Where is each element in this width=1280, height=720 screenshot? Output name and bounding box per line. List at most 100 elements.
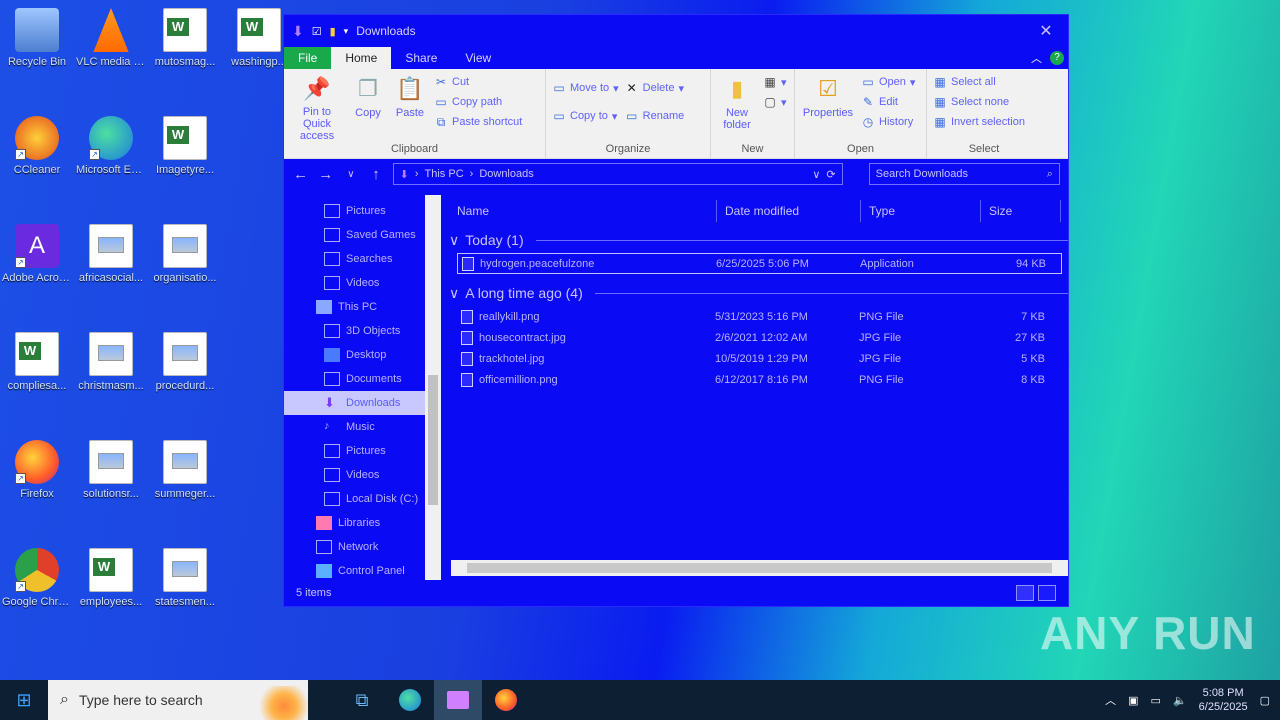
desktop-icon-firefox[interactable]: ↗ Firefox: [2, 440, 72, 501]
column-name[interactable]: Name: [449, 200, 717, 222]
desktop-icon-image[interactable]: procedurd...: [150, 332, 220, 393]
notifications-icon[interactable]: ▢: [1260, 694, 1270, 707]
back-arrow-icon[interactable]: ←: [292, 166, 309, 183]
cut-button[interactable]: ✂ Cut: [434, 75, 522, 89]
help-icon[interactable]: ?: [1050, 51, 1064, 65]
new-folder-quick-icon[interactable]: ▮: [330, 25, 336, 38]
search-downloads-input[interactable]: Search Downloads ⌕: [868, 163, 1060, 185]
desktop-icon-doc[interactable]: W employees...: [76, 548, 146, 609]
open-button[interactable]: ▭ Open ▾: [861, 75, 915, 89]
refresh-icon[interactable]: ⟳: [826, 168, 835, 181]
nav-item-3d-objects[interactable]: 3D Objects: [284, 319, 441, 343]
paste-shortcut-button[interactable]: ⧉ Paste shortcut: [434, 115, 523, 129]
properties-button[interactable]: ☑ Properties: [801, 73, 855, 142]
new-item-button[interactable]: ▦ ▾: [763, 75, 786, 89]
details-view-icon[interactable]: [1016, 585, 1034, 601]
paste-button[interactable]: 📋 Paste: [392, 73, 428, 142]
new-folder-button[interactable]: ▮ New folder: [717, 73, 757, 142]
easy-access-button[interactable]: ▢ ▾: [763, 95, 786, 109]
nav-item-pictures[interactable]: Pictures: [284, 199, 441, 223]
file-row[interactable]: officemillion.png 6/12/2017 8:16 PM PNG …: [457, 369, 1068, 390]
properties-quick-icon[interactable]: ☑: [312, 25, 322, 38]
forward-arrow-icon[interactable]: →: [317, 166, 334, 183]
show-hidden-icons-chevron-icon[interactable]: ︿: [1105, 692, 1116, 708]
select-none-button[interactable]: ▦ Select none: [933, 95, 1025, 109]
nav-item-this-pc[interactable]: This PC: [284, 295, 441, 319]
desktop-icon-image[interactable]: summeger...: [150, 440, 220, 501]
nav-scrollbar[interactable]: [425, 195, 441, 580]
desktop-icon-image[interactable]: organisatio...: [150, 224, 220, 285]
taskbar-edge-icon[interactable]: [386, 680, 434, 720]
tab-home[interactable]: Home: [331, 47, 392, 69]
taskbar-search-box[interactable]: ⌕ Type here to search: [48, 680, 308, 720]
nav-item-downloads[interactable]: ⬇ Downloads: [284, 391, 441, 415]
nav-item-control-panel[interactable]: Control Panel: [284, 559, 441, 580]
delete-button[interactable]: ✕ Delete ▾: [625, 81, 685, 95]
clock[interactable]: 5:08 PM 6/25/2025: [1199, 686, 1248, 714]
windows-start-icon[interactable]: ⊞: [0, 680, 48, 720]
history-button[interactable]: ◷ History: [861, 115, 915, 129]
file-row[interactable]: trackhotel.jpg 10/5/2019 1:29 PM JPG Fil…: [457, 348, 1068, 369]
nav-item-libraries[interactable]: Libraries: [284, 511, 441, 535]
horizontal-scrollbar-thumb[interactable]: [467, 563, 1052, 573]
taskbar-file-explorer-icon[interactable]: [434, 680, 482, 720]
desktop-icon-image[interactable]: solutionsr...: [76, 440, 146, 501]
group-header-long-time-ago[interactable]: ∨ A long time ago (4): [449, 280, 1068, 306]
nav-item-local-disk[interactable]: Local Disk (C:): [284, 487, 441, 511]
desktop-icon-doc[interactable]: W Imagetyre...: [150, 116, 220, 177]
rename-button[interactable]: ▭ Rename: [625, 109, 684, 123]
copy-button[interactable]: ❐ Copy: [350, 73, 386, 142]
file-row[interactable]: hydrogen.peacefulzone 6/25/2025 5:06 PM …: [457, 253, 1062, 274]
column-date-modified[interactable]: Date modified: [717, 200, 861, 222]
desktop-icon-doc[interactable]: W mutosmag...: [150, 8, 220, 69]
volume-icon[interactable]: 🔈: [1173, 694, 1187, 707]
nav-item-searches[interactable]: Searches: [284, 247, 441, 271]
tab-view[interactable]: View: [451, 47, 505, 69]
tab-share[interactable]: Share: [391, 47, 451, 69]
breadcrumb-downloads[interactable]: Downloads: [479, 168, 533, 180]
copy-to-button[interactable]: ▭ Copy to ▾: [552, 109, 619, 123]
quick-access-dropdown-icon[interactable]: ▾: [344, 26, 349, 37]
file-row[interactable]: reallykill.png 5/31/2023 5:16 PM PNG Fil…: [457, 306, 1068, 327]
tab-file[interactable]: File: [284, 47, 332, 69]
pin-quick-access-button[interactable]: 📌 Pin to Quick access: [290, 73, 344, 142]
up-arrow-icon[interactable]: ↑: [367, 166, 384, 183]
address-dropdown-icon[interactable]: ∨: [812, 168, 820, 181]
desktop-icon-vlc[interactable]: VLC media player: [76, 8, 146, 69]
nav-item-documents[interactable]: Documents: [284, 367, 441, 391]
recent-locations-chevron-icon[interactable]: ∨: [342, 169, 359, 180]
desktop-icon-ccleaner[interactable]: ↗ CCleaner: [2, 116, 72, 177]
collapse-ribbon-icon[interactable]: ︿: [1031, 50, 1042, 66]
address-bar[interactable]: ⬇ › This PC › Downloads ∨ ⟳: [392, 163, 843, 185]
copy-path-button[interactable]: ▭ Copy path: [434, 95, 522, 109]
close-icon[interactable]: ✕: [1032, 21, 1060, 41]
breadcrumb-this-pc[interactable]: This PC: [425, 168, 464, 180]
desktop-icon-image[interactable]: africasocial...: [76, 224, 146, 285]
invert-selection-button[interactable]: ▦ Invert selection: [933, 115, 1025, 129]
title-bar[interactable]: ⬇ ☑ ▮ ▾ Downloads ✕: [284, 15, 1068, 47]
desktop-icon-acrobat[interactable]: A ↗ Adobe Acrobat: [2, 224, 72, 285]
nav-item-music[interactable]: ♪ Music: [284, 415, 441, 439]
file-row[interactable]: housecontract.jpg 2/6/2021 12:02 AM JPG …: [457, 327, 1068, 348]
nav-item-videos-2[interactable]: Videos: [284, 463, 441, 487]
desktop-icon-image[interactable]: christmasm...: [76, 332, 146, 393]
desktop-icon-image[interactable]: statesmen...: [150, 548, 220, 609]
display-tray-icon[interactable]: ▭: [1151, 694, 1161, 707]
group-header-today[interactable]: ∨ Today (1): [449, 227, 1068, 253]
nav-item-network[interactable]: Network: [284, 535, 441, 559]
taskbar-firefox-icon[interactable]: [482, 680, 530, 720]
task-view-icon[interactable]: ⧉: [338, 680, 386, 720]
nav-item-pictures-2[interactable]: Pictures: [284, 439, 441, 463]
desktop-icon-recycle-bin[interactable]: Recycle Bin: [2, 8, 72, 69]
desktop-icon-edge[interactable]: ↗ Microsoft Edge: [76, 116, 146, 177]
edit-button[interactable]: ✎ Edit: [861, 95, 915, 109]
nav-item-saved-games[interactable]: Saved Games: [284, 223, 441, 247]
large-icons-view-icon[interactable]: [1038, 585, 1056, 601]
desktop-icon-chrome[interactable]: ↗ Google Chrome: [2, 548, 72, 609]
move-to-button[interactable]: ▭ Move to ▾: [552, 81, 618, 95]
column-type[interactable]: Type: [861, 200, 981, 222]
desktop-icon-doc[interactable]: W compliesa...: [2, 332, 72, 393]
horizontal-scrollbar[interactable]: [451, 560, 1068, 576]
nav-item-videos[interactable]: Videos: [284, 271, 441, 295]
nav-item-desktop[interactable]: Desktop: [284, 343, 441, 367]
